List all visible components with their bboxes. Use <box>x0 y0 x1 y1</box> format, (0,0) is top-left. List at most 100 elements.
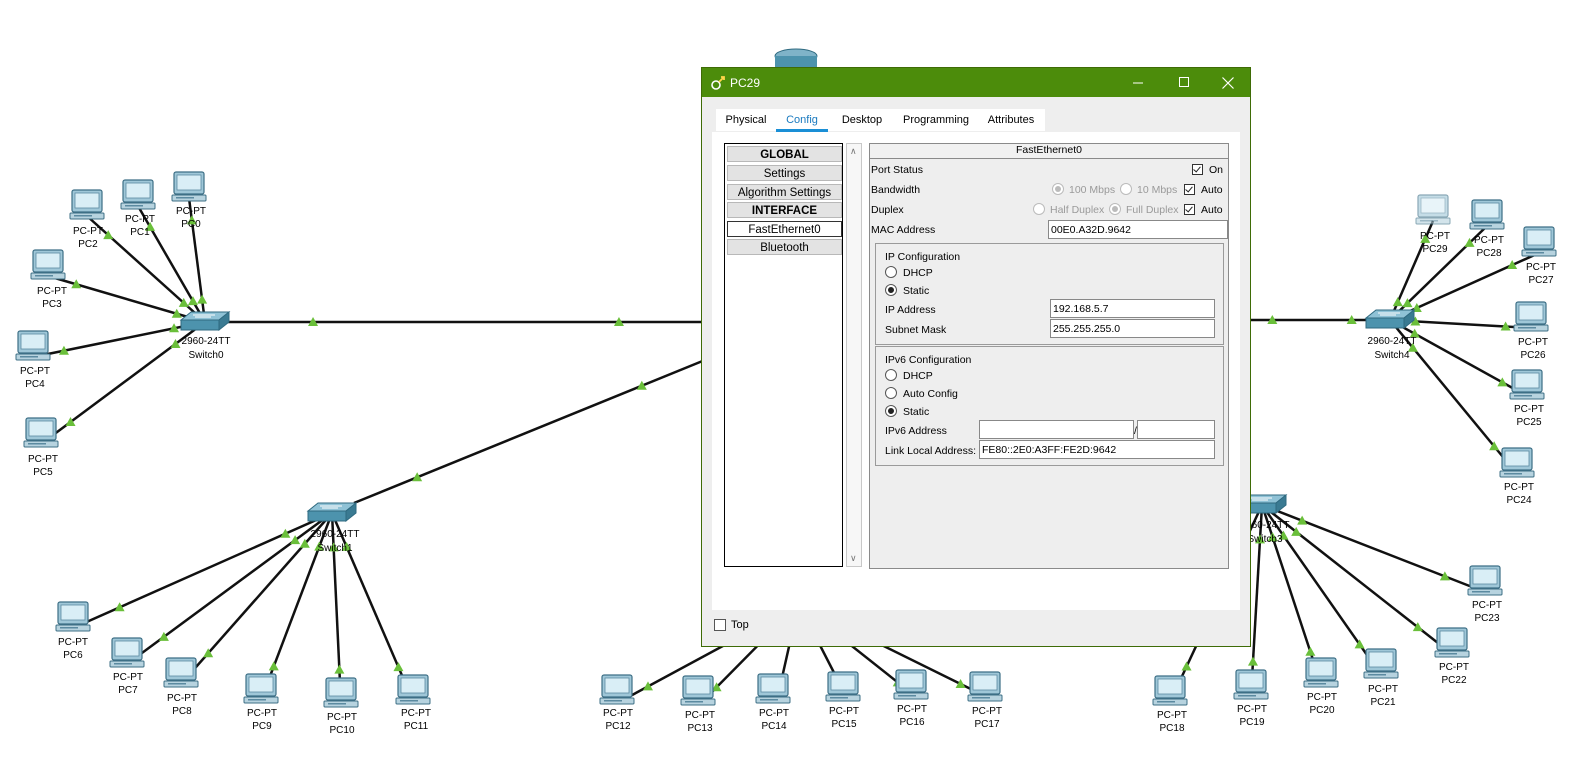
pc-type-label: PC-PT <box>1514 404 1544 415</box>
pc-node[interactable]: PC-PT PC15 <box>825 671 861 730</box>
subnet-mask-field[interactable]: 255.255.255.0 <box>1050 319 1215 338</box>
pc-type-label: PC-PT <box>1474 235 1504 246</box>
pc-node[interactable]: PC-PT PC27 <box>1521 226 1557 286</box>
pc-node[interactable]: PC-PT PC16 <box>893 669 929 728</box>
pc-node[interactable]: PC-PT PC28 <box>1469 199 1505 259</box>
pc-node[interactable]: PC-PT PC10 <box>323 677 359 736</box>
sidebar-item-fastethernet0[interactable]: FastEthernet0 <box>727 221 842 237</box>
pc-icon <box>55 601 91 632</box>
ipv6-address-field[interactable] <box>979 420 1134 439</box>
scroll-up-icon[interactable]: ∧ <box>850 146 857 157</box>
pc-icon <box>1363 648 1399 679</box>
link-local-address-field[interactable]: FE80::2E0:A3FF:FE2D:9642 <box>979 440 1215 459</box>
link-up-marker <box>1392 297 1403 307</box>
router-icon[interactable] <box>774 48 818 68</box>
pc-node[interactable]: PC-PT PC4 <box>15 330 51 390</box>
pc-node[interactable]: PC-PT PC21 <box>1363 648 1399 708</box>
close-button[interactable] <box>1205 68 1251 97</box>
pc-type-label: PC-PT <box>113 672 143 683</box>
sidebar-item-interface[interactable]: INTERFACE <box>727 202 842 218</box>
pc-node[interactable]: PC-PT PC11 <box>395 674 431 732</box>
mac-address-field[interactable]: 00E0.A32D.9642 <box>1048 220 1228 239</box>
tab-programming[interactable]: Programming <box>898 109 974 131</box>
pc-node[interactable]: PC-PT PC17 <box>967 671 1003 730</box>
tab-desktop[interactable]: Desktop <box>834 109 890 131</box>
ipv4-dhcp-label: DHCP <box>903 267 933 279</box>
pc-type-label: PC-PT <box>125 214 155 225</box>
pc-node[interactable]: PC-PT PC12 <box>599 674 635 732</box>
pc-type-label: PC-PT <box>1439 662 1469 673</box>
ipv6-prefix-field[interactable] <box>1137 420 1215 439</box>
ipv4-static-radio[interactable] <box>885 284 897 296</box>
port-status-checkbox[interactable] <box>1192 164 1203 175</box>
pc-name-label: PC18 <box>1159 723 1184 734</box>
ip-address-field[interactable]: 192.168.5.7 <box>1050 299 1215 318</box>
pc-node[interactable]: PC-PT PC0 <box>171 171 207 230</box>
top-checkbox[interactable] <box>714 619 726 631</box>
switch-name-label: Switch1 <box>317 543 352 554</box>
tab-config[interactable]: Config <box>776 109 828 132</box>
pc-icon <box>395 674 431 705</box>
pc-node[interactable]: PC-PT PC14 <box>755 673 791 732</box>
pc-type-label: PC-PT <box>1237 704 1267 715</box>
link-up-marker <box>268 661 279 671</box>
pc-name-label: PC28 <box>1476 248 1501 259</box>
duplex-full-label: Full Duplex <box>1126 204 1179 216</box>
pc-node[interactable]: PC-PT PC25 <box>1509 369 1545 428</box>
pc-node[interactable]: PC-PT PC26 <box>1513 301 1549 361</box>
pc-node[interactable]: PC-PT PC24 <box>1499 447 1535 506</box>
ip-address-label: IP Address <box>885 304 936 316</box>
switch-model-label: 2960-24TT <box>311 529 360 540</box>
switch-node[interactable]: 2960-24TT Switch0 <box>180 311 230 361</box>
duplex-auto-label: Auto <box>1201 204 1223 216</box>
network-cable <box>126 511 333 666</box>
ipv6-static-radio[interactable] <box>885 405 897 417</box>
pc-node[interactable]: PC-PT PC9 <box>243 673 279 732</box>
switch-node[interactable]: 2960-24TT Switch4 <box>1365 309 1416 361</box>
pc-icon <box>967 671 1003 702</box>
minimize-button[interactable] <box>1115 68 1161 97</box>
pc-type-label: PC-PT <box>1157 710 1187 721</box>
bandwidth-100-radio[interactable] <box>1052 183 1064 195</box>
tab-physical[interactable]: Physical <box>720 109 772 131</box>
scroll-down-icon[interactable]: ∨ <box>850 553 857 564</box>
switch-node[interactable]: 2960-24TT Switch1 <box>307 502 360 554</box>
sidebar-item-bluetooth[interactable]: Bluetooth <box>727 239 842 255</box>
ipv4-dhcp-radio[interactable] <box>885 266 897 278</box>
pc-node[interactable]: PC-PT PC8 <box>163 657 199 717</box>
bandwidth-auto-checkbox[interactable] <box>1184 184 1195 195</box>
pc-name-label: PC12 <box>605 721 630 732</box>
duplex-half-radio[interactable] <box>1033 203 1045 215</box>
pc-node[interactable]: PC-PT PC6 <box>55 601 91 661</box>
duplex-auto-checkbox[interactable] <box>1184 204 1195 215</box>
pc-node[interactable]: PC-PT PC2 <box>69 189 105 250</box>
pc-node[interactable]: PC-PT PC19 <box>1233 669 1269 728</box>
pc-icon <box>30 249 66 280</box>
pc-type-label: PC-PT <box>1472 600 1502 611</box>
pc-icon <box>15 330 51 361</box>
ipv6-dhcp-radio[interactable] <box>885 369 897 381</box>
sidebar-item-global[interactable]: GLOBAL <box>727 146 842 162</box>
tab-attributes[interactable]: Attributes <box>982 109 1040 131</box>
sidebar-scrollbar[interactable]: ∧ ∨ <box>846 143 862 567</box>
sidebar-item-settings[interactable]: Settings <box>727 165 842 181</box>
bandwidth-10-radio[interactable] <box>1120 183 1132 195</box>
pc-node[interactable]: PC-PT PC22 <box>1434 627 1470 686</box>
pc-node[interactable]: PC-PT PC18 <box>1152 675 1188 734</box>
pc-node[interactable]: PC-PT PC7 <box>109 637 145 696</box>
sidebar-item-algorithm-settings[interactable]: Algorithm Settings <box>727 184 842 200</box>
ipv6-auto-config-radio[interactable] <box>885 387 897 399</box>
packet-tracer-icon <box>711 76 725 90</box>
maximize-button[interactable] <box>1161 68 1207 97</box>
ipv6-dhcp-label: DHCP <box>903 370 933 382</box>
pc-node[interactable]: PC-PT PC20 <box>1303 657 1339 716</box>
pc-icon <box>893 669 929 700</box>
pc-type-label: PC-PT <box>603 708 633 719</box>
pc-icon <box>1434 627 1470 658</box>
pc-node[interactable]: PC-PT PC13 <box>680 675 716 734</box>
duplex-full-radio[interactable] <box>1109 203 1121 215</box>
pc-node[interactable]: PC-PT PC5 <box>23 417 59 478</box>
title-bar[interactable]: PC29 <box>702 68 1250 97</box>
pc-node[interactable]: PC-PT PC23 <box>1467 565 1503 624</box>
pc-name-label: PC1 <box>130 227 150 238</box>
